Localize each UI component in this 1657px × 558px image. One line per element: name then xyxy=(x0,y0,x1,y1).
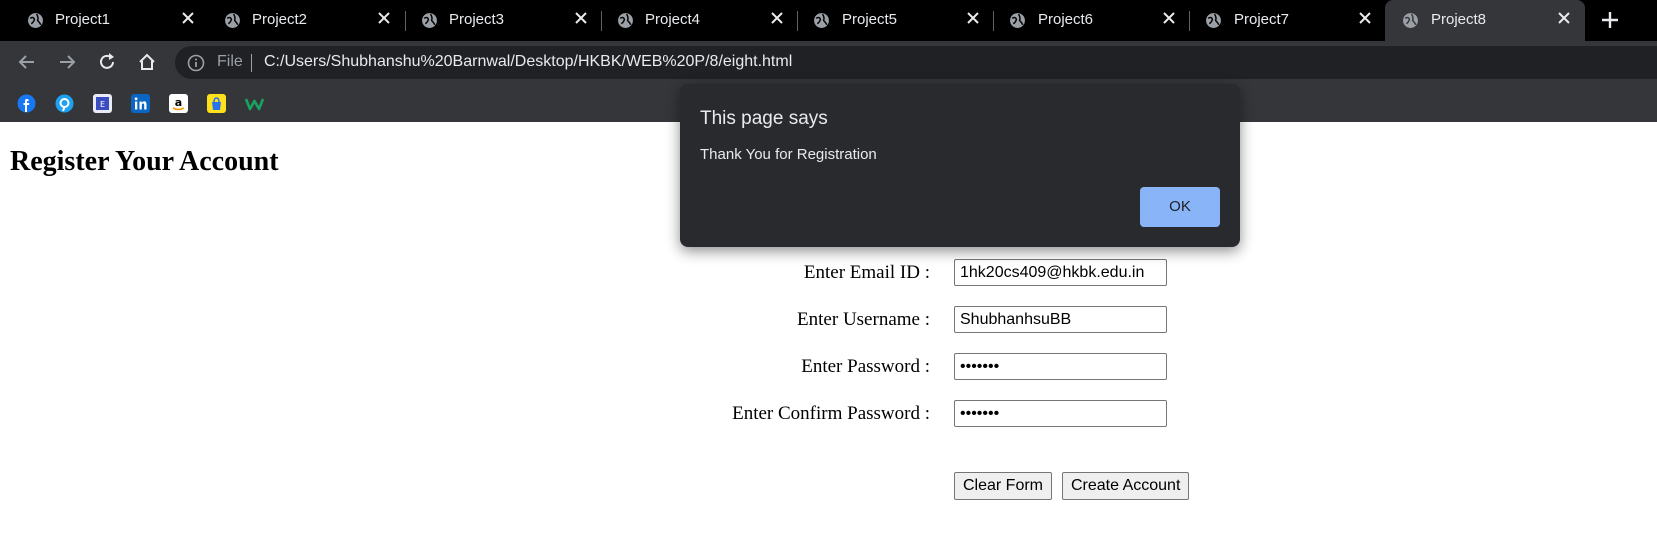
close-icon[interactable] xyxy=(965,10,981,26)
tab-project7[interactable]: Project7 xyxy=(1186,0,1382,41)
address-bar[interactable]: File C:/Users/Shubhanshu%20Barnwal/Deskt… xyxy=(175,46,1657,79)
username-input[interactable] xyxy=(954,306,1167,333)
close-icon[interactable] xyxy=(180,10,196,26)
home-icon[interactable] xyxy=(136,51,158,73)
browser-toolbar: File C:/Users/Shubhanshu%20Barnwal/Deskt… xyxy=(0,41,1657,83)
email-label: Enter Email ID : xyxy=(803,262,930,283)
jiosaavn-icon[interactable] xyxy=(55,94,74,113)
alert-dialog: This page says Thank You for Registratio… xyxy=(680,84,1240,247)
globe-icon xyxy=(618,13,633,28)
linkedin-icon[interactable] xyxy=(131,94,150,113)
globe-icon xyxy=(814,13,829,28)
username-label: Enter Username : xyxy=(797,309,930,330)
new-tab-plus-icon[interactable] xyxy=(1600,10,1620,30)
dialog-message: Thank You for Registration xyxy=(700,146,877,163)
globe-icon xyxy=(422,13,437,28)
password-input[interactable] xyxy=(954,353,1167,380)
close-icon[interactable] xyxy=(1556,10,1572,26)
tab-title: Project4 xyxy=(645,11,701,28)
back-arrow-icon[interactable] xyxy=(16,51,38,73)
clear-form-button[interactable]: Clear Form xyxy=(954,472,1053,500)
globe-icon xyxy=(225,13,240,28)
globe-icon xyxy=(1206,13,1221,28)
scheme-label: File xyxy=(217,53,243,70)
tab-project2[interactable]: Project2 xyxy=(206,0,402,41)
tab-project4[interactable]: Project4 xyxy=(598,0,794,41)
close-icon[interactable] xyxy=(376,10,392,26)
confirm-password-label: Enter Confirm Password : xyxy=(732,403,930,424)
tab-title: Project3 xyxy=(449,11,505,28)
dialog-title: This page says xyxy=(700,108,828,129)
tab-title: Project5 xyxy=(842,11,898,28)
reload-icon[interactable] xyxy=(96,51,118,73)
tab-title: Project2 xyxy=(252,11,308,28)
globe-icon xyxy=(1403,13,1418,28)
close-icon[interactable] xyxy=(1357,10,1373,26)
tab-project6[interactable]: Project6 xyxy=(990,0,1186,41)
create-account-button[interactable]: Create Account xyxy=(1062,472,1190,500)
omnibox-separator xyxy=(251,54,252,72)
w-logo-icon[interactable] xyxy=(245,94,264,113)
confirm-password-input[interactable] xyxy=(954,400,1167,427)
tab-project8[interactable]: Project8 xyxy=(1385,0,1585,41)
flipkart-icon[interactable] xyxy=(207,94,226,113)
close-icon[interactable] xyxy=(1161,10,1177,26)
tab-project3[interactable]: Project3 xyxy=(402,0,598,41)
email-input[interactable] xyxy=(954,259,1167,286)
svg-text:E: E xyxy=(100,100,105,109)
tab-title: Project8 xyxy=(1431,11,1487,28)
close-icon[interactable] xyxy=(573,10,589,26)
info-icon[interactable] xyxy=(187,54,205,72)
tab-title: Project6 xyxy=(1038,11,1094,28)
ok-button[interactable]: OK xyxy=(1140,187,1220,227)
amazon-icon[interactable]: a xyxy=(169,94,188,113)
svg-text:a: a xyxy=(175,96,182,109)
url-text[interactable]: C:/Users/Shubhanshu%20Barnwal/Desktop/HK… xyxy=(264,53,792,71)
tab-title: Project7 xyxy=(1234,11,1290,28)
facebook-icon[interactable] xyxy=(17,94,36,113)
tab-title: Project1 xyxy=(55,11,111,28)
tab-project1[interactable]: Project1 xyxy=(0,0,206,41)
tab-project5[interactable]: Project5 xyxy=(794,0,990,41)
page-heading: Register Your Account xyxy=(10,146,279,177)
forward-arrow-icon[interactable] xyxy=(56,51,78,73)
college-logo-icon[interactable]: E xyxy=(93,94,112,113)
close-icon[interactable] xyxy=(769,10,785,26)
globe-icon xyxy=(1010,13,1025,28)
globe-icon xyxy=(28,13,43,28)
tab-strip: Project1 Project2 Project3 Project4 Proj… xyxy=(0,0,1657,41)
password-label: Enter Password : xyxy=(801,356,930,377)
